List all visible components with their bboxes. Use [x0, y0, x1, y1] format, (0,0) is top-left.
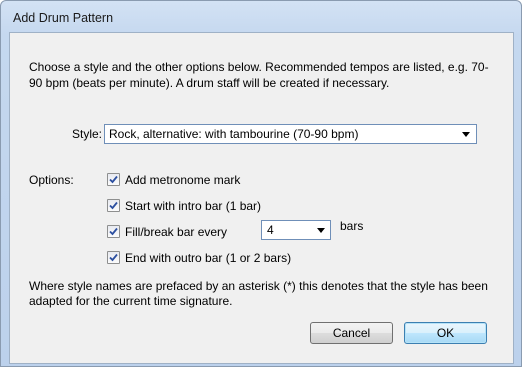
fill-break-label: Fill/break bar every [125, 225, 228, 239]
cancel-button[interactable]: Cancel [310, 322, 393, 344]
intro-bar-checkbox-row[interactable]: Start with intro bar (1 bar) [107, 198, 307, 214]
checkmark-icon [109, 227, 118, 236]
add-metronome-checkbox-row[interactable]: Add metronome mark [107, 172, 307, 188]
outro-bar-label: End with outro bar (1 or 2 bars) [125, 251, 292, 265]
style-selected-value: Rock, alternative: with tambourine (70-9… [109, 127, 359, 141]
bars-unit-label: bars [340, 219, 364, 233]
title-bar[interactable]: Add Drum Pattern [1, 1, 521, 33]
add-metronome-checkbox[interactable] [107, 173, 120, 186]
options-label: Options: [29, 173, 74, 187]
add-metronome-label: Add metronome mark [125, 173, 241, 187]
fill-break-checkbox-row[interactable]: Fill/break bar every [107, 224, 267, 240]
chevron-down-icon [462, 132, 470, 137]
outro-bar-checkbox[interactable] [107, 251, 120, 264]
checkmark-icon [109, 253, 118, 262]
style-dropdown[interactable]: Rock, alternative: with tambourine (70-9… [104, 124, 477, 144]
intro-bar-checkbox[interactable] [107, 199, 120, 212]
fill-break-checkbox[interactable] [107, 225, 120, 238]
checkmark-icon [109, 175, 118, 184]
fill-break-bars-value: 4 [267, 223, 274, 237]
asterisk-note: Where style names are prefaced by an ast… [29, 279, 488, 308]
intro-bar-label: Start with intro bar (1 bar) [125, 199, 262, 213]
add-drum-pattern-dialog: Add Drum Pattern Choose a style and the … [0, 0, 522, 367]
fill-break-bars-dropdown[interactable]: 4 [261, 220, 331, 240]
dialog-title: Add Drum Pattern [13, 11, 114, 25]
style-label: Style: [72, 127, 103, 141]
ok-button[interactable]: OK [404, 322, 487, 344]
checkmark-icon [109, 201, 118, 210]
description-text: Choose a style and the other options bel… [29, 60, 489, 90]
outro-bar-checkbox-row[interactable]: End with outro bar (1 or 2 bars) [107, 250, 327, 266]
dialog-body: Choose a style and the other options bel… [9, 32, 514, 364]
chevron-down-icon [317, 228, 325, 233]
